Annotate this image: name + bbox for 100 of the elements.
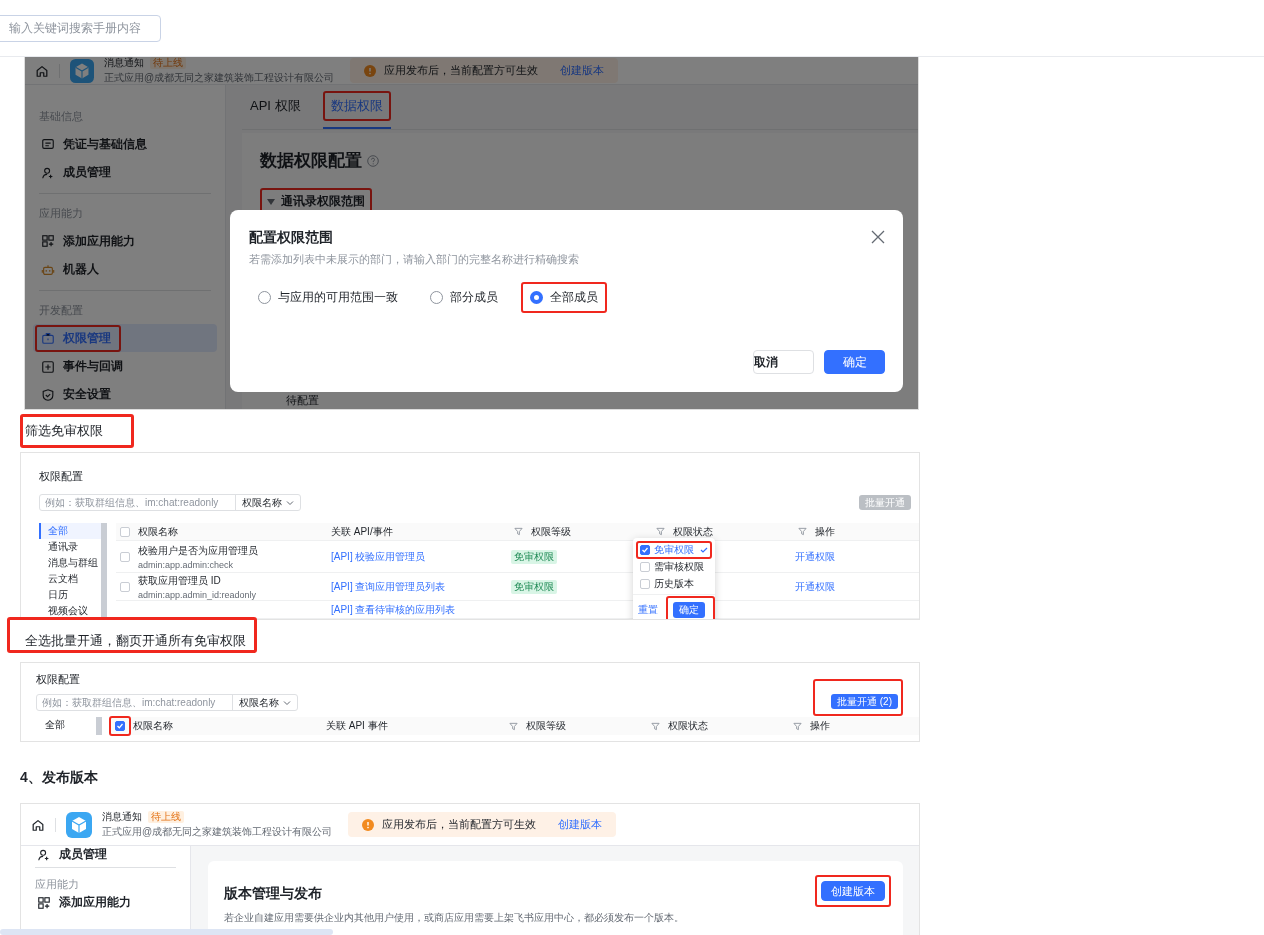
scope-select[interactable]: 权限名称 <box>232 695 297 710</box>
checkbox[interactable] <box>640 544 650 555</box>
confirm-button[interactable]: 确定 <box>824 350 885 374</box>
column-header: 权限名称 <box>137 524 179 539</box>
status-badge: 待上线 <box>148 811 184 823</box>
grid-icon <box>37 895 51 910</box>
checkbox[interactable] <box>120 526 130 537</box>
permission-name: 校验用户是否为应用管理员 <box>138 543 258 558</box>
highlight-frame: 权限管理 <box>35 324 121 352</box>
batch-enable-button[interactable]: 批量开通 (2) <box>831 694 898 709</box>
sidebar-item[interactable]: 成员管理 <box>33 158 217 187</box>
create-version-link[interactable]: 创建版本 <box>560 63 605 78</box>
checkbox[interactable] <box>640 578 650 589</box>
category-item[interactable]: 消息与群组 <box>39 555 101 571</box>
search-field[interactable]: 输入关键词搜索手册内容 <box>0 14 161 42</box>
column-header: 权限等级 <box>531 524 571 539</box>
radio-button[interactable] <box>530 291 543 304</box>
permission-scope: admin:app.admin:check <box>138 559 234 570</box>
app-subtitle: 正式应用@成都无同之家建筑装饰工程设计有限公司 <box>104 71 335 85</box>
create-version-link[interactable]: 创建版本 <box>558 817 603 832</box>
scrollbar[interactable] <box>96 717 102 735</box>
reset-button[interactable]: 重置 <box>638 603 658 617</box>
section-toggle[interactable]: 通讯录权限范围 <box>267 193 365 210</box>
column-header: 关联 API/事件 <box>331 524 394 539</box>
caption-text: 全选批量开通，翻页开通所有免审权限 <box>25 632 246 650</box>
filter-icon[interactable] <box>798 527 807 536</box>
filter-icon[interactable] <box>514 527 523 536</box>
filter-icon[interactable] <box>509 721 518 731</box>
radio-button[interactable] <box>430 291 443 304</box>
checkbox[interactable] <box>115 721 125 731</box>
create-version-button[interactable]: 创建版本 <box>821 881 885 901</box>
sidebar-item[interactable]: 凭证与基础信息 <box>33 130 217 159</box>
option-label[interactable]: 全部成员 <box>550 289 598 306</box>
api-link[interactable]: [API] 校验应用管理员 <box>331 549 426 564</box>
column-header: 操作 <box>810 719 830 733</box>
category-item[interactable]: 全部 <box>39 523 101 539</box>
section-title: 权限配置 <box>36 672 81 687</box>
app-logo-icon <box>66 811 92 838</box>
card-description: 若企业自建应用需要供企业内其他用户使用，或商店应用需要上架飞书应用中心，都必须发布一个版本。 <box>224 911 684 925</box>
sidebar-item[interactable]: 机器人 <box>33 255 217 284</box>
sidebar-item[interactable]: 成员管理 <box>29 846 182 863</box>
category-item[interactable]: 视频会议 <box>39 603 101 619</box>
search-field[interactable]: 例如：获取群组信息、im:chat:readonly 权限名称 <box>39 494 301 511</box>
search-field[interactable]: 例如：获取群组信息、im:chat:readonly 权限名称 <box>36 694 298 711</box>
radio-button[interactable] <box>258 291 271 304</box>
scope-select[interactable]: 权限名称 <box>235 495 300 510</box>
section-heading: 4、发布版本 <box>20 768 98 787</box>
app-name: 消息通知 <box>102 810 142 824</box>
radio-option[interactable]: 部分成员 <box>421 282 507 313</box>
person-icon <box>41 165 55 180</box>
notice-text: 应用发布后，当前配置方可生效 <box>384 63 539 78</box>
radio-option[interactable]: 与应用的可用范围一致 <box>249 282 407 313</box>
filter-icon[interactable] <box>651 721 660 731</box>
category-item[interactable]: 通讯录 <box>39 539 101 555</box>
column-header: 操作 <box>815 524 835 539</box>
plus-square-icon <box>41 359 55 374</box>
enable-link[interactable]: 开通权限 <box>795 549 835 564</box>
category-item[interactable]: 日历 <box>39 587 101 603</box>
sidebar-item[interactable]: 添加应用能力 <box>29 894 182 911</box>
sidebar-item[interactable]: 安全设置 <box>33 380 217 409</box>
caption-text: 筛选免审权限 <box>25 422 103 440</box>
dialog-hint: 若需添加列表中未展示的部门，请输入部门的完整名称进行精确搜索 <box>249 252 580 267</box>
close-icon[interactable] <box>871 230 885 244</box>
sidebar-item[interactable]: 事件与回调 <box>33 352 217 381</box>
dialog-title: 配置权限范围 <box>249 229 333 247</box>
person-icon <box>37 847 51 862</box>
sidebar-item[interactable]: 添加应用能力 <box>33 227 217 256</box>
sidebar-item[interactable]: 权限管理 <box>33 324 217 353</box>
level-tag: 免审权限 <box>511 579 557 594</box>
status-badge: 待上线 <box>150 57 186 69</box>
warning-icon <box>364 64 377 77</box>
panel-title: 数据权限配置 <box>260 150 362 172</box>
checkbox[interactable] <box>120 581 130 592</box>
home-icon <box>35 63 49 78</box>
filter-option[interactable]: 需审核权限 <box>633 558 715 575</box>
checkbox[interactable] <box>120 551 130 562</box>
cancel-button[interactable]: 取消 <box>753 350 814 374</box>
scrollbar[interactable] <box>0 929 333 935</box>
chevron-down-icon <box>283 699 291 706</box>
column-header: 权限状态 <box>668 719 708 733</box>
tab[interactable]: 数据权限 <box>322 85 391 129</box>
checkbox[interactable] <box>640 561 650 572</box>
option-label[interactable]: 部分成员 <box>450 289 498 306</box>
enable-link[interactable]: 开通权限 <box>795 579 835 594</box>
column-header: 关联 API 事件 <box>326 719 389 733</box>
option-label[interactable]: 与应用的可用范围一致 <box>278 289 398 306</box>
category-item[interactable]: 云文档 <box>39 571 101 587</box>
tab[interactable]: API 权限 <box>242 85 309 129</box>
filter-icon[interactable] <box>656 527 665 536</box>
confirm-button[interactable]: 确定 <box>673 602 705 618</box>
highlight-frame: 数据权限 <box>322 91 391 121</box>
category-item[interactable]: 全部 <box>36 717 96 733</box>
card-title: 版本管理与发布 <box>224 885 323 903</box>
filter-icon[interactable] <box>793 721 802 731</box>
api-link[interactable]: [API] 查看待审核的应用列表 <box>331 602 456 617</box>
scrollbar[interactable] <box>101 523 107 619</box>
filter-option[interactable]: 历史版本 <box>633 575 715 592</box>
column-header: 权限状态 <box>673 524 713 539</box>
api-link[interactable]: [API] 查询应用管理员列表 <box>331 579 446 594</box>
help-icon[interactable] <box>367 154 379 167</box>
